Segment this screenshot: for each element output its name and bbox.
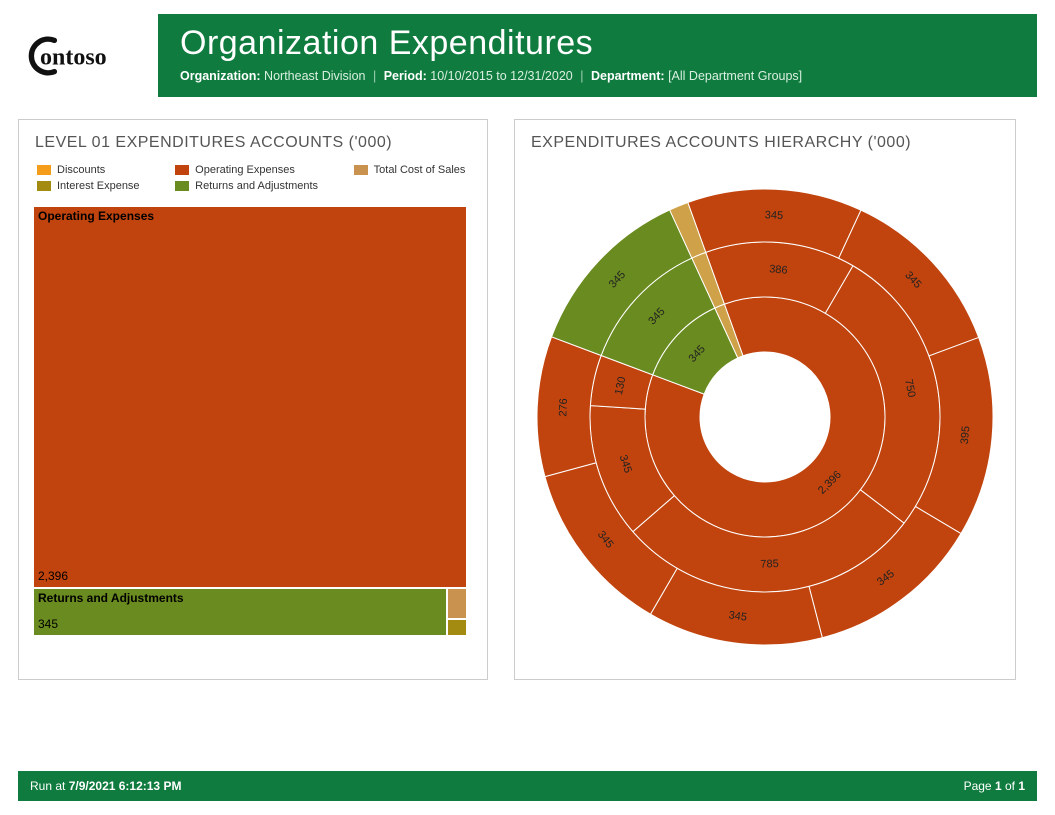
treemap-cell-label: Operating Expenses [38, 209, 154, 223]
treemap-cell[interactable]: Returns and Adjustments 345 [33, 588, 447, 636]
legend-swatch [175, 165, 189, 175]
run-value: 7/9/2021 6:12:13 PM [69, 779, 182, 793]
treemap-chart[interactable]: Operating Expenses 2,396 Returns and Adjus… [33, 206, 467, 636]
report-footer: Run at 7/9/2021 6:12:13 PM Page 1 of 1 [18, 771, 1037, 801]
sunburst-label: 395 [959, 425, 973, 444]
period-value: 10/10/2015 to 12/31/2020 [430, 69, 573, 83]
sunburst-chart[interactable]: 2,39634538675078534513034534534539534534… [530, 182, 1000, 652]
treemap-cell-value: 2,396 [38, 569, 68, 583]
treemap-cell[interactable]: Operating Expenses 2,396 [33, 206, 467, 588]
treemap-legend: Discounts Operating Expenses Total Cost of… [37, 164, 473, 192]
sunburst-title: EXPENDITURES ACCOUNTS HIERARCHY ('000) [531, 134, 1001, 152]
sunburst-label: 785 [760, 558, 779, 571]
legend-item: Discounts [37, 164, 147, 176]
organization-value: Northeast Division [264, 69, 365, 83]
legend-label: Interest Expense [57, 180, 140, 192]
sunburst-wrap: 2,39634538675078534513034534534539534534… [529, 164, 1001, 669]
sunburst-label: 386 [769, 263, 788, 277]
legend-swatch [175, 181, 189, 191]
run-timestamp: Run at 7/9/2021 6:12:13 PM [30, 779, 181, 793]
legend-swatch [354, 165, 368, 175]
separator: | [580, 69, 583, 83]
department-label: Department: [591, 69, 665, 83]
contoso-logo: ontoso [18, 14, 158, 97]
run-prefix: Run at [30, 779, 69, 793]
logo-text: ontoso [40, 44, 107, 70]
treemap-title: LEVEL 01 EXPENDITURES ACCOUNTS ('000) [35, 134, 473, 152]
report-title: Organization Expenditures [180, 24, 1015, 63]
legend-item: Interest Expense [37, 180, 147, 192]
separator: | [373, 69, 376, 83]
treemap-cell[interactable] [447, 588, 467, 619]
page-prefix: Page [964, 779, 995, 793]
sunburst-panel: EXPENDITURES ACCOUNTS HIERARCHY ('000) 2… [514, 119, 1016, 680]
page-indicator: Page 1 of 1 [964, 779, 1025, 793]
legend-item: Operating Expenses [175, 164, 326, 176]
legend-swatch [37, 181, 51, 191]
title-banner: Organization Expenditures Organization: … [158, 14, 1037, 97]
treemap-cell-label: Returns and Adjustments [38, 591, 184, 605]
organization-label: Organization: [180, 69, 261, 83]
period-label: Period: [384, 69, 427, 83]
legend-swatch [37, 165, 51, 175]
sunburst-label: 345 [728, 609, 748, 623]
page-of: of [1002, 779, 1019, 793]
page-num: 1 [995, 779, 1002, 793]
department-value: [All Department Groups] [668, 69, 802, 83]
treemap-panel: LEVEL 01 EXPENDITURES ACCOUNTS ('000) Di… [18, 119, 488, 680]
panels-row: LEVEL 01 EXPENDITURES ACCOUNTS ('000) Di… [18, 119, 1037, 680]
treemap-cell[interactable] [447, 619, 467, 636]
report-page: ontoso Organization Expenditures Organiz… [0, 0, 1055, 815]
legend-label: Operating Expenses [195, 164, 295, 176]
sunburst-label: 276 [557, 398, 570, 417]
legend-label: Discounts [57, 164, 105, 176]
legend-item: Total Cost of Sales [354, 164, 473, 176]
page-total: 1 [1018, 779, 1025, 793]
legend-item: Returns and Adjustments [175, 180, 326, 192]
treemap-cell-value: 345 [38, 617, 58, 631]
report-header: ontoso Organization Expenditures Organiz… [18, 14, 1037, 97]
legend-label: Returns and Adjustments [195, 180, 318, 192]
sunburst-label: 345 [765, 209, 784, 222]
report-subtitle: Organization: Northeast Division | Perio… [180, 69, 1015, 83]
legend-label: Total Cost of Sales [374, 164, 466, 176]
contoso-logo-icon: ontoso [28, 26, 148, 86]
